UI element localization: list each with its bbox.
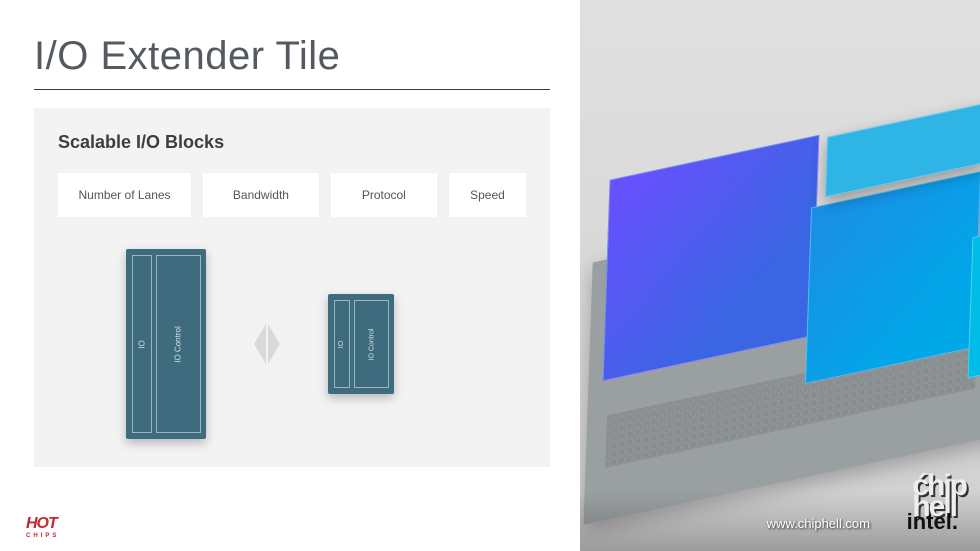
intel-logo: intel. — [907, 509, 958, 535]
hotchips-sub-text: CHIPS — [26, 533, 59, 539]
die-render-teal1 — [805, 171, 980, 384]
io-control-label: IO Control — [174, 326, 183, 362]
io-tile-small-control: IO Control — [354, 300, 389, 388]
resize-arrows-icon — [254, 324, 280, 364]
slide-left-column: I/O Extender Tile Scalable I/O Blocks Nu… — [0, 0, 580, 551]
arrow-left-icon — [254, 324, 266, 364]
hotchips-text: HOT — [26, 515, 57, 532]
hotchips-logo: HOT CHIPS — [26, 515, 59, 539]
io-tile-large: IO IO Control — [126, 249, 206, 439]
slide-right-column: ćhip hell www.chiphell.com intel. — [580, 0, 980, 551]
chip-diagram-row: IO IO Control IO IO Control — [58, 249, 526, 439]
watermark-url: www.chiphell.com — [767, 516, 870, 531]
title-underline — [34, 89, 550, 90]
io-control-label-small: IO Control — [368, 328, 375, 360]
feature-blocks-row: Number of Lanes Bandwidth Protocol Speed — [58, 173, 526, 217]
io-tile-small: IO IO Control — [328, 294, 394, 394]
io-label-small: IO — [339, 340, 346, 347]
io-tile-small-io: IO — [334, 300, 350, 388]
io-tile-large-io: IO — [132, 255, 152, 433]
feature-lanes: Number of Lanes — [58, 173, 191, 217]
io-label: IO — [138, 340, 147, 348]
arrow-right-icon — [268, 324, 280, 364]
footer-left: HOT CHIPS — [0, 515, 580, 539]
slide-title: I/O Extender Tile — [34, 34, 550, 79]
panel-title: Scalable I/O Blocks — [58, 132, 526, 153]
scalable-blocks-panel: Scalable I/O Blocks Number of Lanes Band… — [34, 108, 550, 467]
title-text: I/O Extender Tile — [34, 34, 340, 79]
feature-protocol: Protocol — [331, 173, 437, 217]
feature-bandwidth: Bandwidth — [203, 173, 319, 217]
feature-speed: Speed — [449, 173, 526, 217]
io-tile-large-control: IO Control — [156, 255, 200, 433]
